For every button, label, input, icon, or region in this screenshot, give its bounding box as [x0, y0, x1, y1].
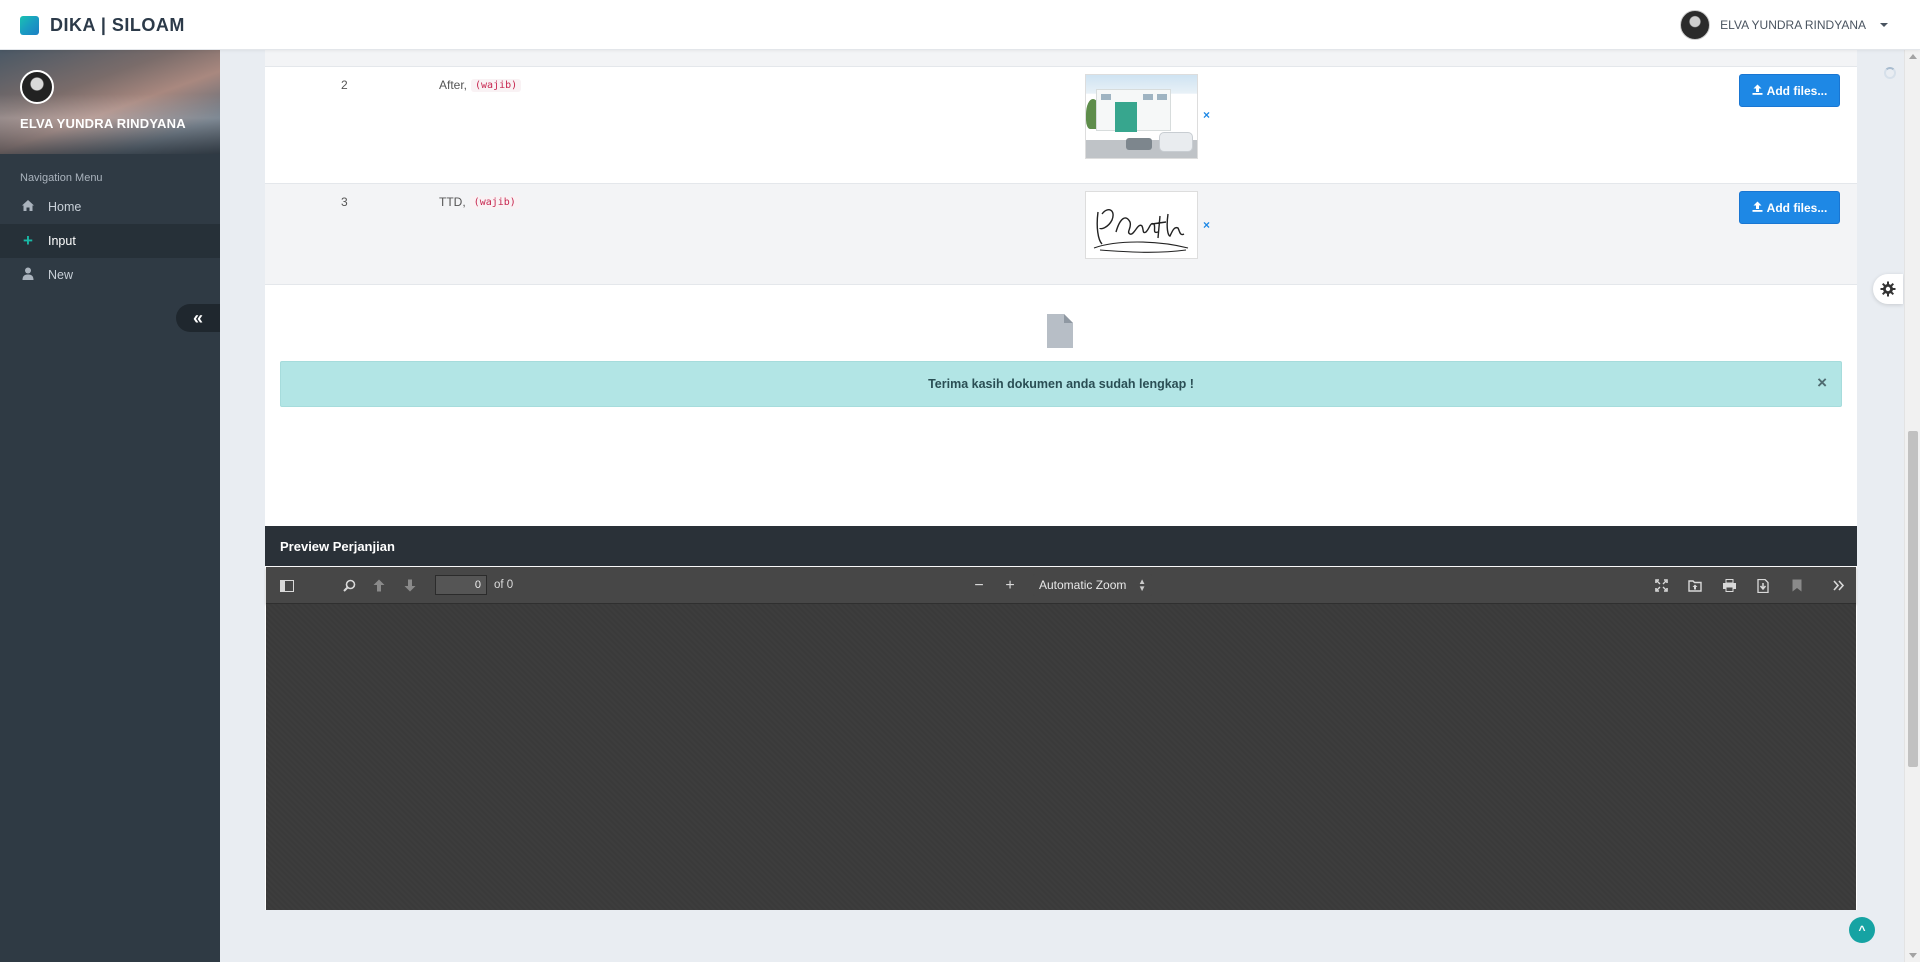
required-tag: (wajib) [469, 195, 520, 209]
brand-logo [20, 15, 39, 35]
print-icon[interactable] [1718, 567, 1740, 604]
documents-panel: 2 After, (wajib) × Add files... 3 TTD, (… [265, 50, 1857, 910]
home-icon [20, 199, 36, 215]
double-chevron-left-icon: « [192, 307, 203, 328]
building-photo [1086, 75, 1197, 158]
sidebar-item-label: Input [48, 234, 76, 248]
pdf-canvas[interactable] [266, 604, 1856, 910]
upload-icon [1752, 84, 1763, 98]
back-to-top-button[interactable]: ^ [1849, 917, 1875, 943]
sidebar-profile-name: ELVA YUNDRA RINDYANA [20, 116, 186, 131]
success-alert: Terima kasih dokumen anda sudah lengkap … [280, 361, 1842, 407]
sidebar-item-new[interactable]: New [0, 258, 220, 292]
page-number-input[interactable] [435, 575, 487, 595]
signature-thumbnail[interactable] [1085, 191, 1198, 259]
sidebar-item-input[interactable]: + Input [0, 224, 220, 258]
gear-icon [1880, 281, 1896, 297]
search-icon[interactable] [338, 567, 360, 604]
required-tag: (wajib) [471, 78, 522, 92]
select-arrows-icon: ▲ ▼ [1138, 577, 1146, 593]
next-page-icon[interactable] [399, 567, 421, 604]
zoom-out-icon[interactable]: − [969, 567, 989, 604]
signature-image [1093, 209, 1189, 253]
bookmark-icon[interactable] [1786, 567, 1808, 604]
sidebar-item-label: Home [48, 200, 82, 214]
tools-menu-icon[interactable] [1828, 567, 1850, 604]
sidebar-item-label: New [48, 268, 74, 282]
scroll-thumb[interactable] [1908, 431, 1918, 767]
alert-message: Terima kasih dokumen anda sudah lengkap … [928, 377, 1194, 391]
document-name: After, [439, 78, 468, 92]
remove-file-icon[interactable]: × [1203, 108, 1210, 122]
add-files-button[interactable]: Add files... [1739, 191, 1840, 224]
preview-section: Preview Perjanjian of 0 [265, 526, 1857, 910]
main-content: 2 After, (wajib) × Add files... 3 TTD, (… [220, 50, 1900, 962]
user-menu[interactable]: ELVA YUNDRA RINDYANA [1680, 10, 1888, 40]
zoom-value: Automatic Zoom [1039, 578, 1127, 592]
page-scrollbar[interactable] [1904, 50, 1920, 962]
nav-caption: Navigation Menu [20, 172, 103, 184]
table-row: 3 TTD, (wajib) × Add files... [265, 184, 1857, 285]
table-row: 2 After, (wajib) × Add files... [265, 67, 1857, 184]
add-files-label: Add files... [1766, 83, 1828, 98]
caret-down-icon [1880, 23, 1888, 27]
chevron-up-icon: ^ [1858, 923, 1866, 937]
file-icon [1047, 314, 1073, 348]
download-icon[interactable] [1752, 567, 1774, 604]
add-files-label: Add files... [1766, 200, 1828, 215]
open-file-icon[interactable] [1684, 567, 1706, 604]
scroll-up-icon[interactable] [1909, 54, 1917, 59]
sidebar: ELVA YUNDRA RINDYANA Navigation Menu Hom… [0, 50, 220, 962]
after-photo-thumbnail[interactable] [1085, 74, 1198, 159]
zoom-select[interactable]: Automatic Zoom ▲ ▼ [1033, 574, 1152, 596]
top-navbar: DIKA | SILOAM ELVA YUNDRA RINDYANA [0, 0, 1920, 50]
close-icon[interactable]: × [1817, 374, 1827, 391]
user-icon [20, 267, 36, 283]
sidebar-item-home[interactable]: Home [0, 190, 220, 224]
preview-title: Preview Perjanjian [265, 526, 1857, 566]
zoom-in-icon[interactable]: + [1000, 567, 1020, 604]
add-files-button[interactable]: Add files... [1739, 74, 1840, 107]
row-label: TTD, (wajib) [439, 195, 520, 209]
table-row [265, 50, 1857, 67]
document-name: TTD, [439, 195, 466, 209]
upload-icon [1752, 201, 1763, 215]
brand-title: DIKA | SILOAM [50, 14, 185, 35]
settings-gear-button[interactable] [1873, 274, 1903, 304]
row-label: After, (wajib) [439, 78, 522, 92]
sidebar-profile: ELVA YUNDRA RINDYANA [0, 50, 220, 154]
pdf-toolbar: of 0 − + Automatic Zoom ▲▼ [266, 567, 1856, 604]
plus-icon: + [23, 231, 33, 250]
previous-page-icon[interactable] [368, 567, 390, 604]
presentation-mode-icon[interactable] [1650, 567, 1672, 604]
loading-spinner-icon [1884, 67, 1896, 79]
pdf-viewer: of 0 − + Automatic Zoom ▲▼ [266, 567, 1856, 910]
remove-file-icon[interactable]: × [1203, 218, 1210, 232]
sidebar-collapse-button[interactable]: « [176, 304, 220, 332]
page-count: of 0 [494, 579, 514, 591]
sidebar-avatar[interactable] [20, 70, 54, 104]
row-number: 2 [341, 78, 348, 92]
user-menu-name: ELVA YUNDRA RINDYANA [1720, 18, 1866, 32]
brand[interactable]: DIKA | SILOAM [20, 13, 185, 37]
scroll-down-icon[interactable] [1909, 953, 1917, 958]
sidebar-toggle-icon[interactable] [276, 567, 298, 604]
avatar [1680, 10, 1711, 40]
row-number: 3 [341, 195, 348, 209]
